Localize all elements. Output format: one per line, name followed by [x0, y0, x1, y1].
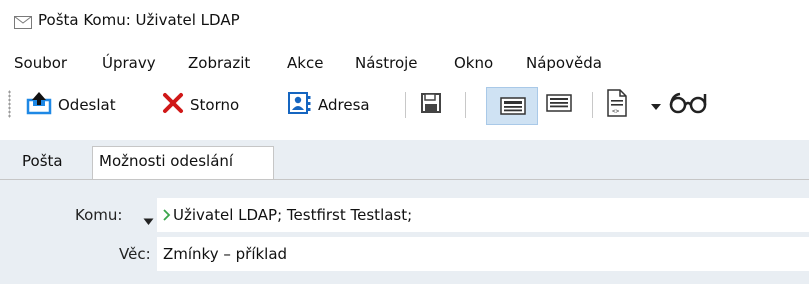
to-dropdown-icon[interactable] [143, 211, 154, 230]
recipient-chevron-icon [163, 207, 171, 226]
compact-view-icon [500, 97, 526, 119]
menu-zobrazit[interactable]: Zobrazit [188, 54, 250, 72]
cancel-button[interactable]: Storno [162, 90, 239, 120]
menu-upravy[interactable]: Úpravy [102, 54, 156, 72]
document-code-button[interactable]: <> [606, 89, 628, 121]
red-x-icon [162, 92, 184, 118]
menu-akce[interactable]: Akce [287, 54, 323, 72]
address-book-icon [288, 91, 312, 119]
preview-button[interactable] [668, 90, 708, 120]
tab-posta[interactable]: Pošta [8, 146, 90, 180]
toolbar-separator [465, 92, 466, 118]
to-value: Uživatel LDAP; Testfirst Testlast; [173, 206, 413, 224]
subject-label: Věc: [119, 245, 151, 263]
view-dropdown-button[interactable] [650, 90, 662, 120]
glasses-icon [668, 91, 708, 119]
to-label: Komu: [75, 206, 123, 224]
full-view-icon [546, 94, 572, 116]
send-tray-icon [26, 91, 52, 119]
compact-view-toggle[interactable] [486, 87, 538, 125]
toolbar-separator [592, 92, 593, 118]
message-header-form: Komu: Uživatel LDAP; Testfirst Testlast;… [0, 180, 809, 284]
address-button[interactable]: Adresa [288, 90, 370, 120]
tab-strip: Pošta Možnosti odeslání [0, 140, 809, 180]
save-disk-icon [420, 92, 442, 118]
chevron-down-icon [650, 96, 662, 115]
menu-okno[interactable]: Okno [454, 54, 493, 72]
subject-value: Zmínky – příklad [163, 245, 288, 263]
svg-text:<>: <> [612, 108, 620, 115]
document-code-icon: <> [606, 89, 628, 121]
to-field[interactable]: Uživatel LDAP; Testfirst Testlast; [157, 198, 809, 232]
save-button[interactable] [420, 90, 442, 120]
tab-moznosti-odeslani[interactable]: Možnosti odeslání [92, 146, 274, 180]
toolbar-grip[interactable] [8, 90, 11, 118]
title-bar: Pošta Komu: Uživatel LDAP [0, 0, 809, 44]
menu-bar: Soubor Úpravy Zobrazit Akce Nástroje Okn… [0, 50, 809, 76]
menu-napoveda[interactable]: Nápověda [526, 54, 602, 72]
send-button[interactable]: Odeslat [26, 90, 116, 120]
cancel-label: Storno [190, 96, 240, 114]
window-title: Pošta Komu: Uživatel LDAP [38, 11, 240, 29]
full-view-button[interactable] [546, 90, 572, 120]
toolbar: Odeslat Storno Adresa <> [0, 82, 809, 130]
toolbar-separator [405, 92, 406, 118]
send-label: Odeslat [58, 96, 116, 114]
menu-soubor[interactable]: Soubor [14, 54, 67, 72]
envelope-icon [14, 14, 32, 33]
subject-field[interactable]: Zmínky – příklad [157, 237, 809, 271]
menu-nastroje[interactable]: Nástroje [355, 54, 418, 72]
address-label: Adresa [318, 96, 370, 114]
